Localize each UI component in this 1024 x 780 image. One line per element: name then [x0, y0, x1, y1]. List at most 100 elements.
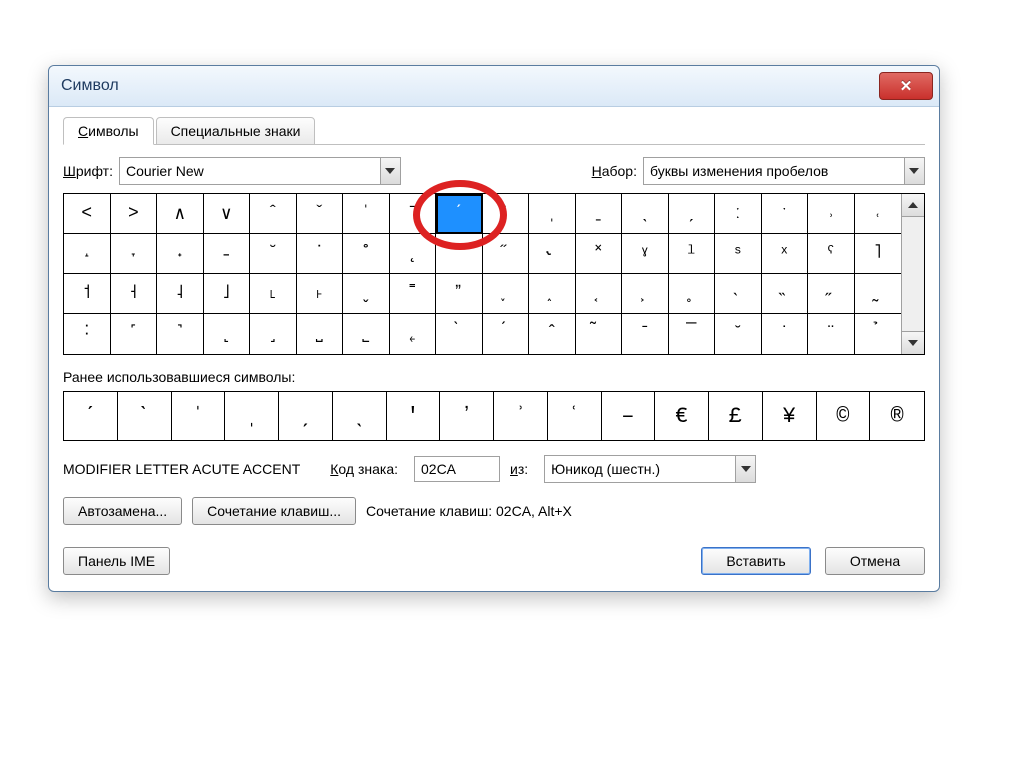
character-cell[interactable]: ̂ — [529, 314, 576, 354]
close-button[interactable]: ✕ — [879, 72, 933, 100]
from-combo[interactable] — [544, 455, 756, 483]
character-cell[interactable]: ˤ — [808, 234, 855, 274]
character-cell[interactable]: ̄ — [622, 314, 669, 354]
tab-symbols[interactable]: Символы — [63, 117, 154, 145]
character-cell[interactable]: ˚ — [343, 234, 390, 274]
chevron-down-icon[interactable] — [380, 158, 400, 184]
recent-character-cell[interactable]: – — [602, 392, 656, 440]
recent-character-cell[interactable]: ʼ — [440, 392, 494, 440]
shortcut-key-button[interactable]: Сочетание клавиш... — [192, 497, 356, 525]
character-cell[interactable]: ˧ — [111, 274, 158, 314]
character-cell[interactable]: ˪ — [250, 274, 297, 314]
recent-character-cell[interactable]: ˏ — [279, 392, 333, 440]
font-input[interactable] — [120, 158, 380, 184]
grid-scrollbar[interactable] — [901, 194, 924, 354]
recent-character-cell[interactable]: ˋ — [118, 392, 172, 440]
character-cell[interactable]: ˌ — [529, 194, 576, 234]
character-cell[interactable]: ˈ — [343, 194, 390, 234]
from-input[interactable] — [545, 456, 735, 482]
recent-character-cell[interactable]: © — [817, 392, 871, 440]
character-cell[interactable]: ˵ — [762, 274, 809, 314]
character-cell[interactable]: ˊ — [436, 194, 483, 234]
character-cell[interactable]: ˶ — [808, 274, 855, 314]
ime-panel-button[interactable]: Панель IME — [63, 547, 170, 575]
character-cell[interactable]: ̀ — [436, 314, 483, 354]
character-cell[interactable]: ˜ — [436, 234, 483, 274]
character-cell[interactable]: ˍ — [576, 194, 623, 234]
recent-character-cell[interactable]: ˌ — [225, 392, 279, 440]
character-cell[interactable]: ˽ — [297, 314, 344, 354]
character-cell[interactable]: ˦ — [64, 274, 111, 314]
character-cell[interactable]: ̅ — [669, 314, 716, 354]
character-cell[interactable]: ˕ — [111, 234, 158, 274]
character-cell[interactable]: ˩ — [204, 274, 251, 314]
character-cell[interactable]: ˉ — [390, 194, 437, 234]
character-cell[interactable]: ˳ — [669, 274, 716, 314]
subset-input[interactable] — [644, 158, 904, 184]
recent-character-cell[interactable]: ˈ — [172, 392, 226, 440]
character-cell[interactable]: ̃ — [576, 314, 623, 354]
recent-character-cell[interactable]: ˎ — [333, 392, 387, 440]
character-cell[interactable]: ː — [715, 194, 762, 234]
character-cell[interactable]: ˨ — [157, 274, 204, 314]
font-combo[interactable] — [119, 157, 401, 185]
character-cell[interactable]: ˣ — [762, 234, 809, 274]
recent-character-cell[interactable]: ˊ — [64, 392, 118, 440]
character-cell[interactable]: ˃ — [111, 194, 158, 234]
tab-special-characters[interactable]: Специальные знаки — [156, 117, 316, 145]
character-cell[interactable]: ˑ — [762, 194, 809, 234]
character-cell[interactable]: ˝ — [483, 234, 530, 274]
character-cell[interactable]: ˠ — [622, 234, 669, 274]
character-cell[interactable]: ˓ — [855, 194, 902, 234]
character-cell[interactable]: ˹ — [111, 314, 158, 354]
chevron-down-icon[interactable] — [904, 158, 924, 184]
character-cell[interactable]: ˯ — [483, 274, 530, 314]
character-cell[interactable]: ˲ — [622, 274, 669, 314]
character-cell[interactable]: ˞ — [529, 234, 576, 274]
character-cell[interactable]: ˇ — [297, 194, 344, 234]
recent-character-cell[interactable]: ʾ — [494, 392, 548, 440]
insert-button[interactable]: Вставить — [701, 547, 811, 575]
character-cell[interactable]: ˭ — [390, 274, 437, 314]
character-cell[interactable]: ∨ — [204, 194, 251, 234]
character-cell[interactable]: ˘ — [250, 234, 297, 274]
character-cell[interactable]: ˙ — [297, 234, 344, 274]
character-cell[interactable]: ˥ — [855, 234, 902, 274]
character-cell[interactable]: ˛ — [390, 234, 437, 274]
scroll-up-button[interactable] — [902, 194, 924, 217]
character-cell[interactable]: ˫ — [297, 274, 344, 314]
character-cell[interactable]: ˎ — [622, 194, 669, 234]
character-cell[interactable]: ̇ — [762, 314, 809, 354]
character-cell[interactable]: ∧ — [157, 194, 204, 234]
character-cell[interactable]: ˮ — [436, 274, 483, 314]
character-cell[interactable]: ˢ — [715, 234, 762, 274]
character-cell[interactable]: ˡ — [669, 234, 716, 274]
character-cell[interactable]: ˆ — [250, 194, 297, 234]
character-cell[interactable]: ˴ — [715, 274, 762, 314]
scroll-down-button[interactable] — [902, 331, 924, 354]
autocorrect-button[interactable]: Автозамена... — [63, 497, 182, 525]
character-cell[interactable]: ˷ — [855, 274, 902, 314]
character-cell[interactable]: ˱ — [576, 274, 623, 314]
character-cell[interactable]: ̆ — [715, 314, 762, 354]
recent-character-cell[interactable]: ¥ — [763, 392, 817, 440]
character-cell[interactable]: ˼ — [250, 314, 297, 354]
character-cell[interactable]: ˾ — [343, 314, 390, 354]
character-cell[interactable]: ˂ — [64, 194, 111, 234]
character-cell[interactable]: ˿ — [390, 314, 437, 354]
character-cell[interactable]: ˗ — [204, 234, 251, 274]
charcode-input[interactable] — [414, 456, 500, 482]
character-cell[interactable]: ˟ — [576, 234, 623, 274]
chevron-down-icon[interactable] — [735, 456, 755, 482]
character-cell[interactable]: ̈ — [808, 314, 855, 354]
recent-character-cell[interactable]: ʹ — [387, 392, 441, 440]
character-cell[interactable]: ˺ — [157, 314, 204, 354]
character-cell[interactable]: ́ — [483, 314, 530, 354]
character-cell[interactable]: ˸ — [64, 314, 111, 354]
character-cell[interactable]: ˬ — [343, 274, 390, 314]
subset-combo[interactable] — [643, 157, 925, 185]
character-cell[interactable]: ˖ — [157, 234, 204, 274]
recent-character-cell[interactable]: ʿ — [548, 392, 602, 440]
scroll-track[interactable] — [902, 217, 924, 331]
character-cell[interactable]: ˻ — [204, 314, 251, 354]
